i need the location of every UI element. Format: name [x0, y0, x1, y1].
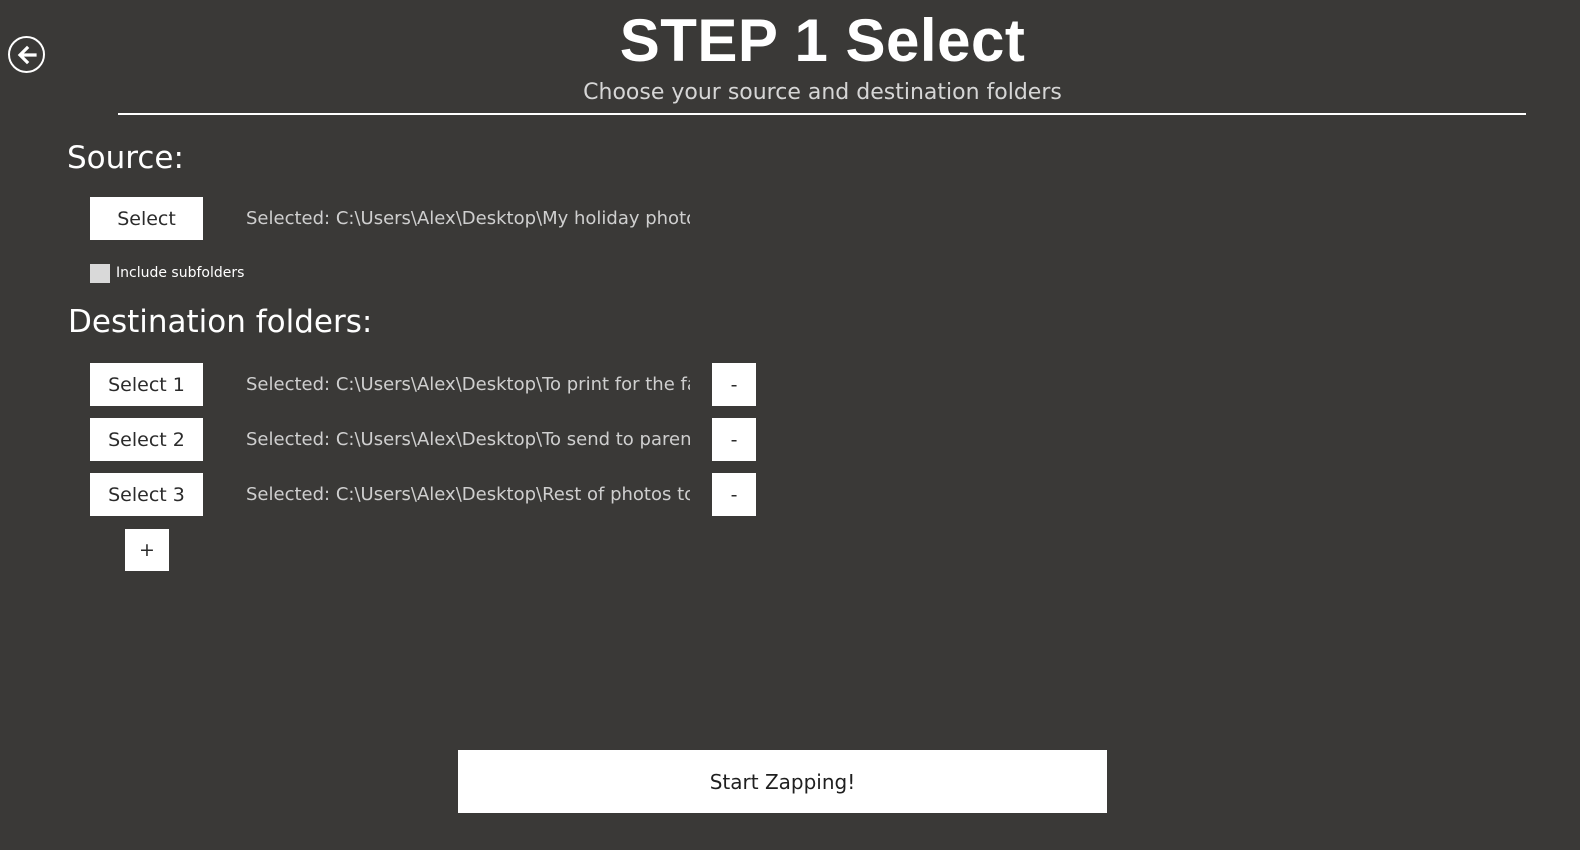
destination-select-button-3[interactable]: Select 3	[90, 473, 203, 516]
destination-select-button-1[interactable]: Select 1	[90, 363, 203, 406]
header-divider	[118, 113, 1526, 115]
add-destination-button[interactable]: +	[125, 529, 169, 571]
source-select-button[interactable]: Select	[90, 197, 203, 240]
destination-remove-button-1[interactable]: -	[712, 363, 756, 406]
page-subtitle: Choose your source and destination folde…	[583, 80, 1062, 105]
destination-selected-path-3: Selected: C:\Users\Alex\Desktop\Rest of …	[246, 484, 690, 505]
destination-selected-path-1: Selected: C:\Users\Alex\Desktop\To print…	[246, 374, 690, 395]
destination-select-button-2[interactable]: Select 2	[90, 418, 203, 461]
start-zapping-button[interactable]: Start Zapping!	[458, 750, 1107, 813]
page-title: STEP 1 Select	[619, 7, 1026, 74]
destination-remove-button-2[interactable]: -	[712, 418, 756, 461]
destination-remove-button-3[interactable]: -	[712, 473, 756, 516]
source-heading: Source:	[67, 140, 184, 176]
include-subfolders-checkbox[interactable]	[90, 264, 110, 283]
include-subfolders-label: Include subfolders	[116, 265, 245, 281]
source-selected-path: Selected: C:\Users\Alex\Desktop\My holid…	[246, 208, 690, 229]
destination-heading: Destination folders:	[68, 304, 373, 340]
destination-selected-path-2: Selected: C:\Users\Alex\Desktop\To send …	[246, 429, 690, 450]
